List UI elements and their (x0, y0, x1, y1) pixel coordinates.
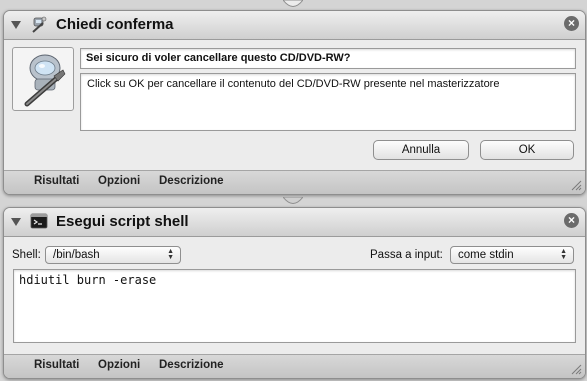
resize-grip-icon[interactable] (571, 364, 582, 375)
cancel-button[interactable]: Annulla (373, 140, 469, 160)
options-tab[interactable]: Opzioni (98, 359, 140, 371)
resize-grip-icon[interactable] (571, 180, 582, 191)
message-text: Click su OK per cancellare il contenuto … (87, 78, 500, 90)
automator-app-icon (12, 47, 74, 111)
action-footer: Risultati Opzioni Descrizione (4, 170, 585, 194)
connector-top-notch-icon (283, 0, 303, 7)
robot-automator-icon (32, 16, 47, 33)
action-title: Esegui script shell (56, 213, 189, 230)
description-tab[interactable]: Descrizione (159, 175, 224, 187)
popup-arrows-icon: ▲ ▼ (167, 248, 174, 261)
results-tab[interactable]: Risultati (34, 359, 79, 371)
script-text: hdiutil burn -erase (19, 273, 157, 287)
question-text: Sei sicuro di voler cancellare questo CD… (86, 52, 351, 64)
connector-link-icon (283, 197, 303, 204)
shell-label: Shell: (12, 249, 41, 261)
action-footer: Risultati Opzioni Descrizione (4, 354, 585, 378)
ok-button[interactable]: OK (480, 140, 574, 160)
confirmation-question-field[interactable]: Sei sicuro di voler cancellare questo CD… (80, 48, 576, 69)
options-tab[interactable]: Opzioni (98, 175, 140, 187)
close-icon[interactable]: × (564, 213, 579, 228)
terminal-icon (30, 213, 48, 229)
pass-input-popup[interactable]: come stdin ▲ ▼ (450, 246, 574, 264)
disclosure-triangle-icon[interactable] (11, 21, 21, 29)
disclosure-triangle-icon[interactable] (11, 218, 21, 226)
confirmation-message-field[interactable]: Click su OK per cancellare il contenuto … (80, 73, 576, 131)
results-tab[interactable]: Risultati (34, 175, 79, 187)
shell-popup[interactable]: /bin/bash ▲ ▼ (45, 246, 181, 264)
shell-value: /bin/bash (53, 249, 100, 261)
script-editor[interactable]: hdiutil burn -erase (13, 269, 576, 343)
action-header: Chiedi conferma × (4, 11, 585, 40)
pass-input-label: Passa a input: (370, 249, 443, 261)
pass-input-value: come stdin (458, 249, 514, 261)
run-shell-script-action: Esegui script shell × Shell: /bin/bash ▲… (3, 207, 586, 379)
ask-confirmation-action: Chiedi conferma × Sei sicuro di voler ca… (3, 10, 586, 195)
action-header: Esegui script shell × (4, 208, 585, 237)
action-title: Chiedi conferma (56, 16, 174, 33)
description-tab[interactable]: Descrizione (159, 359, 224, 371)
close-icon[interactable]: × (564, 16, 579, 31)
popup-arrows-icon: ▲ ▼ (560, 248, 567, 261)
